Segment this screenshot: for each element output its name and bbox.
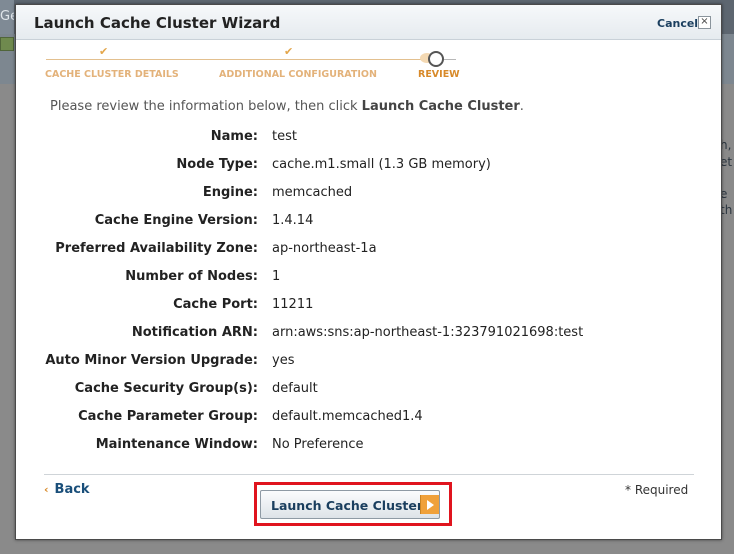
field-label: Cache Port: [173,297,258,312]
field-value: cache.m1.small (1.3 GB memory) [272,157,491,172]
review-row-number-of-nodes: Number of Nodes: 1 [16,269,721,289]
field-value: yes [272,353,295,368]
background-text-fragment: th [720,203,733,217]
field-value: default [272,381,318,396]
step-complete-check-icon: ✔ [284,45,294,58]
field-value: 1 [272,269,281,284]
background-add-icon [0,37,14,51]
step-label-additional-configuration: ADDITIONAL CONFIGURATION [219,69,377,80]
current-step-node-icon [428,51,444,67]
field-label: Name: [210,129,258,144]
wizard-step-progress: ✔ ✔ CACHE CLUSTER DETAILS ADDITIONAL CON… [16,39,721,89]
review-row-availability-zone: Preferred Availability Zone: ap-northeas… [16,241,721,261]
review-row-engine-version: Cache Engine Version: 1.4.14 [16,213,721,233]
field-value: arn:aws:sns:ap-northeast-1:323791021698:… [272,325,584,340]
review-row-notification-arn: Notification ARN: arn:aws:sns:ap-northea… [16,325,721,345]
field-label: Engine: [202,185,258,200]
background-text-fragment: h, [720,138,732,152]
field-label: Node Type: [176,157,258,172]
back-link[interactable]: ‹ Back [44,482,90,497]
review-instructions: Please review the information below, the… [50,99,524,114]
wizard-header: Launch Cache Cluster Wizard Cancel × [16,5,721,40]
step-label-cache-cluster-details: CACHE CLUSTER DETAILS [45,69,179,80]
step-progress-line-remaining [444,59,456,60]
review-instructions-text: Please review the information below, the… [50,99,362,114]
field-label: Auto Minor Version Upgrade: [45,353,258,368]
background-text-fragment: et [720,155,733,169]
review-row-auto-minor-upgrade: Auto Minor Version Upgrade: yes [16,353,721,373]
background-tab: Ge [0,0,14,34]
review-row-node-type: Node Type: cache.m1.small (1.3 GB memory… [16,157,721,177]
field-value: 1.4.14 [272,213,314,228]
review-row-engine: Engine: memcached [16,185,721,205]
launch-button-label: Launch Cache Cluster [271,498,424,513]
wizard-title: Launch Cache Cluster Wizard [34,14,281,32]
required-note: * Required [625,483,689,497]
cancel-link[interactable]: Cancel [657,17,698,30]
field-label: Number of Nodes: [125,269,258,284]
field-label: Cache Parameter Group: [78,409,258,424]
field-value: 11211 [272,297,314,312]
review-row-cache-port: Cache Port: 11211 [16,297,721,317]
field-label: Notification ARN: [131,325,258,340]
background-text-fragment: e [720,187,728,201]
review-row-parameter-group: Cache Parameter Group: default.memcached… [16,409,721,429]
step-complete-check-icon: ✔ [99,45,109,58]
field-value: test [272,129,297,144]
chevron-left-icon: ‹ [44,483,49,496]
field-value: No Preference [272,437,364,452]
review-row-name: Name: test [16,129,721,149]
footer-divider [44,474,694,475]
field-label: Preferred Availability Zone: [55,241,258,256]
step-label-review: REVIEW [418,69,460,80]
review-instructions-action: Launch Cache Cluster [361,99,520,114]
review-row-maintenance-window: Maintenance Window: No Preference [16,437,721,457]
step-progress-line [46,59,424,60]
field-value: memcached [272,185,353,200]
play-arrow-icon [420,495,439,514]
review-row-security-groups: Cache Security Group(s): default [16,381,721,401]
field-label: Maintenance Window: [95,437,258,452]
launch-cache-cluster-button[interactable]: Launch Cache Cluster [260,490,440,519]
launch-cache-cluster-wizard: Launch Cache Cluster Wizard Cancel × ✔ ✔… [15,4,722,540]
field-label: Cache Engine Version: [94,213,258,228]
close-icon[interactable]: × [698,16,711,29]
back-label: Back [54,482,90,497]
field-label: Cache Security Group(s): [74,381,258,396]
field-value: ap-northeast-1a [272,241,377,256]
review-instructions-suffix: . [519,99,524,114]
field-value: default.memcached1.4 [272,409,423,424]
